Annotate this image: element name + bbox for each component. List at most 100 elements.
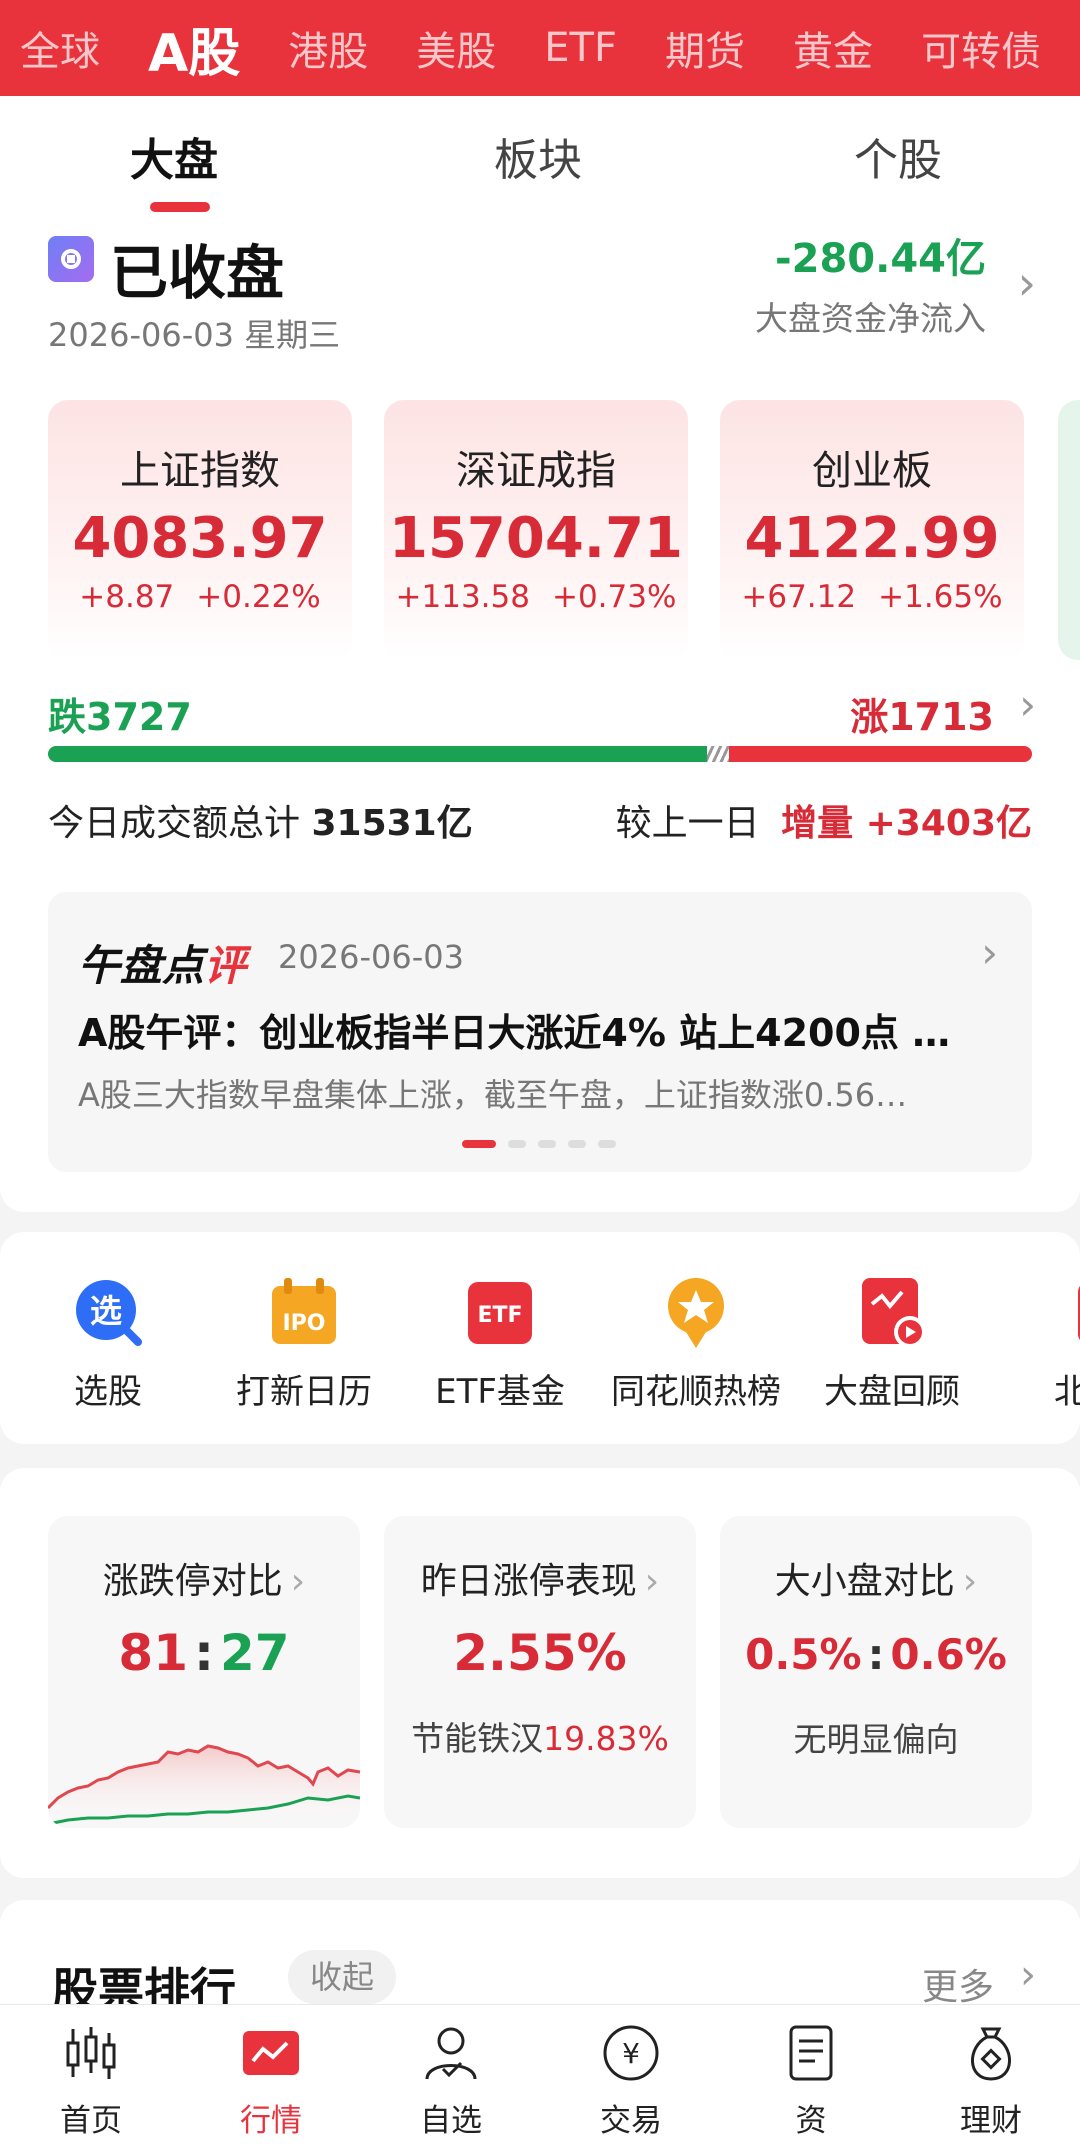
net-flow-label[interactable]: 大盘资金净流入 xyxy=(755,292,986,340)
market-status: 已收盘 xyxy=(110,239,285,307)
svg-text:选: 选 xyxy=(90,1292,122,1330)
stock-ranking-card: 股票排行 收起 更多 › xyxy=(0,1900,1080,2020)
limit-compare-title: 涨跌停对比 › xyxy=(102,1561,306,1602)
tab-individual-stocks[interactable]: 个股 xyxy=(854,124,942,188)
tab-hk-stocks[interactable]: 港股 xyxy=(288,19,368,77)
yesterday-limit-title: 昨日涨停表现 › xyxy=(420,1561,660,1602)
chevron-right-icon[interactable]: › xyxy=(981,928,998,977)
yesterday-limit-card[interactable]: 昨日涨停表现 › 2.55% 节能铁汉19.83% xyxy=(384,1516,696,1828)
yuan-coin-icon: ¥ xyxy=(599,2021,663,2085)
limit-compare-card[interactable]: 涨跌停对比 › 81:27 xyxy=(48,1516,360,1828)
cap-size-compare-card[interactable]: 大小盘对比 › 0.5%:0.6% 无明显偏向 xyxy=(720,1516,1032,1828)
net-flow-value[interactable]: -280.44亿 xyxy=(775,226,986,284)
turnover-label: 今日成交额总计 xyxy=(48,803,301,844)
breadth-bar-fall xyxy=(48,746,707,762)
yesterday-limit-top: 节能铁汉19.83% xyxy=(411,1719,669,1758)
index-name: 深证成指 xyxy=(456,448,616,494)
carousel-dot-active xyxy=(462,1140,496,1148)
tab-a-shares[interactable]: A股 xyxy=(148,11,240,86)
breadth-bar-rise xyxy=(729,746,1032,762)
cap-size-title: 大小盘对比 › xyxy=(774,1561,978,1602)
market-tab-bar: 全球 A股 港股 美股 ETF 期货 黄金 可转债 其他 xyxy=(0,0,1080,96)
index-change: +67.12 +1.65% xyxy=(741,579,1003,615)
index-card-next[interactable] xyxy=(1058,400,1080,660)
money-bag-icon xyxy=(959,2021,1023,2085)
index-change: +8.87 +0.22% xyxy=(79,579,321,615)
tool-label: 同花顺热榜 xyxy=(611,1372,781,1412)
chevron-right-icon[interactable]: › xyxy=(1018,256,1036,310)
svg-text:IPO: IPO xyxy=(282,1311,325,1336)
tool-label: ETF基金 xyxy=(435,1372,565,1412)
index-name: 上证指数 xyxy=(120,448,280,494)
market-review-icon xyxy=(854,1274,930,1350)
limit-compare-value: 81:27 xyxy=(118,1624,290,1682)
tool-northbound[interactable]: 北资 xyxy=(988,1274,1080,1413)
tool-stock-picker[interactable]: 选 选股 xyxy=(8,1274,208,1413)
northbound-icon xyxy=(1050,1274,1080,1350)
index-value: 4122.99 xyxy=(744,506,1000,571)
svg-text:¥: ¥ xyxy=(622,2037,640,2070)
chevron-right-icon: › xyxy=(290,1561,306,1602)
tool-ipo-calendar[interactable]: IPO 打新日历 xyxy=(204,1274,404,1413)
nav-wealth[interactable]: 理财 xyxy=(916,2021,1066,2140)
chevron-right-icon: › xyxy=(962,1561,978,1602)
carousel-dot xyxy=(508,1140,526,1148)
cap-size-value: 0.5%:0.6% xyxy=(745,1630,1007,1679)
nav-label: 首页 xyxy=(60,2103,122,2139)
nav-home[interactable]: 首页 xyxy=(16,2021,166,2140)
trading-date: 2026-06-03 星期三 xyxy=(48,316,341,354)
chevron-right-icon[interactable]: › xyxy=(1019,680,1036,729)
chevron-right-icon: › xyxy=(644,1561,660,1602)
nav-quotes[interactable]: 行情 xyxy=(196,2021,346,2140)
nav-label: 行情 xyxy=(240,2103,302,2139)
breadth-bar-separator xyxy=(707,746,729,762)
limit-trend-sparkline xyxy=(48,1744,360,1826)
tab-global[interactable]: 全球 xyxy=(20,19,100,77)
tool-label: 北资 xyxy=(1054,1372,1080,1412)
carousel-dot xyxy=(568,1140,586,1148)
tab-sectors[interactable]: 板块 xyxy=(494,124,582,188)
nav-label: 交易 xyxy=(600,2103,662,2139)
tab-gold[interactable]: 黄金 xyxy=(793,19,873,77)
tool-etf-fund[interactable]: ETF ETF基金 xyxy=(400,1274,600,1413)
tab-convertible-bonds[interactable]: 可转债 xyxy=(921,19,1041,77)
turnover-compare-label: 较上一日 xyxy=(615,803,760,844)
carousel-indicator xyxy=(462,1140,616,1148)
tool-hot-list[interactable]: 同花顺热榜 xyxy=(596,1274,796,1413)
falling-count: 跌3727 xyxy=(48,695,192,739)
tool-market-review[interactable]: 大盘回顾 xyxy=(792,1274,992,1413)
quick-tools-card: 选 选股 IPO 打新日历 ETF ETF基金 同花顺热榜 大盘回顾 北资 xyxy=(0,1232,1080,1444)
tab-etf[interactable]: ETF xyxy=(544,25,617,71)
midday-review-logo: 午盘点评 xyxy=(78,941,247,990)
etf-fund-icon: ETF xyxy=(462,1274,538,1350)
breadth-bar xyxy=(48,746,1032,762)
index-card-chinext[interactable]: 创业板 4122.99 +67.12 +1.65% xyxy=(720,400,1024,660)
market-stats-card: 涨跌停对比 › 81:27 昨日涨停表现 › 2.55% 节能铁汉19.83% 大小… xyxy=(0,1468,1080,1878)
nav-label: 理财 xyxy=(960,2103,1022,2139)
index-card-shanghai[interactable]: 上证指数 4083.97 +8.87 +0.22% xyxy=(48,400,352,660)
carousel-dot xyxy=(538,1140,556,1148)
index-value: 15704.71 xyxy=(388,506,684,571)
chevron-right-icon[interactable]: › xyxy=(1020,1952,1036,1998)
tool-label: 大盘回顾 xyxy=(824,1372,960,1412)
nav-label: 资 xyxy=(795,2103,827,2139)
nav-info[interactable]: 资 xyxy=(736,2021,886,2140)
candlestick-icon xyxy=(59,2021,123,2085)
market-status-icon xyxy=(48,236,94,282)
tab-us-stocks[interactable]: 美股 xyxy=(416,19,496,77)
nav-trade[interactable]: ¥ 交易 xyxy=(556,2021,706,2140)
tool-label: 选股 xyxy=(74,1372,142,1412)
more-link[interactable]: 更多 xyxy=(922,1958,994,2010)
bottom-navigation: 首页 行情 自选 ¥ 交易 资 理财 xyxy=(0,2004,1080,2147)
index-card-shenzhen[interactable]: 深证成指 15704.71 +113.58 +0.73% xyxy=(384,400,688,660)
tab-futures[interactable]: 期货 xyxy=(665,19,745,77)
midday-review-card[interactable]: 午盘点评 2026-06-03 › A股午评：创业板指半日大涨近4% 站上420… xyxy=(48,892,1032,1172)
collapse-button[interactable]: 收起 xyxy=(288,1950,397,2004)
tab-market[interactable]: 大盘 xyxy=(130,124,218,188)
nav-label: 自选 xyxy=(420,2103,482,2139)
turnover-value: 31531亿 xyxy=(311,803,473,844)
hot-list-icon xyxy=(658,1274,734,1350)
nav-watchlist[interactable]: 自选 xyxy=(376,2021,526,2140)
rising-count[interactable]: 涨1713 xyxy=(850,686,994,741)
review-title[interactable]: A股午评：创业板指半日大涨近4% 站上4200点 … xyxy=(78,1002,978,1057)
